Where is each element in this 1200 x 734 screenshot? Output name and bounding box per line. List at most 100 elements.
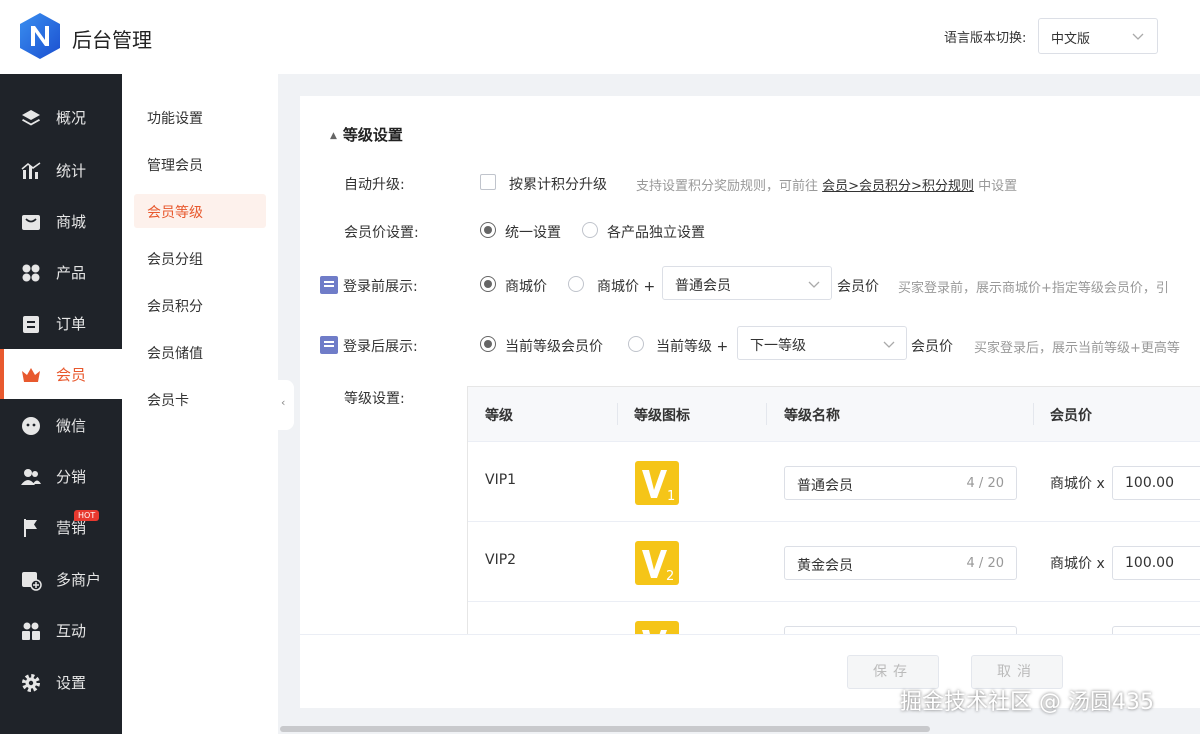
watermark: 掘金技术社区 @ 汤圆435 xyxy=(900,690,1154,715)
logo-icon[interactable] xyxy=(18,12,62,60)
after-login-current-level-label[interactable]: 当前等级会员价 xyxy=(505,336,603,356)
language-label: 语言版本切换: xyxy=(944,31,1027,46)
column-header-level: 等级 xyxy=(485,408,513,424)
sidebar-item-label: 分销 xyxy=(56,468,87,486)
unified-setting-radio[interactable] xyxy=(480,222,496,238)
before-login-label: 登录前展示: xyxy=(320,276,418,296)
table-header: 等级 等级图标 等级名称 会员价 xyxy=(468,387,1200,442)
level-settings-label: 等级设置: xyxy=(344,391,405,407)
after-login-tip: 买家登录后，展示当前等级+更高等 xyxy=(974,341,1180,356)
translate-icon[interactable] xyxy=(320,276,338,294)
sidebar-item-label: 互动 xyxy=(56,622,87,640)
level-cell: VIP2 xyxy=(485,552,517,568)
sidebar-item-settings[interactable]: 设置 xyxy=(0,657,122,707)
gear-icon xyxy=(22,674,40,692)
before-login-level-select[interactable]: 普通会员 xyxy=(662,266,832,300)
before-login-mall-price-radio[interactable] xyxy=(480,276,496,292)
vip1-icon[interactable]: 1 xyxy=(634,460,680,506)
language-select[interactable]: 中文版 xyxy=(1038,18,1158,54)
per-product-setting-label[interactable]: 各产品独立设置 xyxy=(607,222,705,242)
shop-icon xyxy=(22,215,40,230)
section-title[interactable]: ▲ 等级设置 xyxy=(330,124,403,145)
vip2-icon[interactable]: 2 xyxy=(634,540,680,586)
submenu-item-label: 会员积分 xyxy=(147,299,203,315)
submenu-item-function-settings[interactable]: 功能设置 xyxy=(134,100,266,134)
price-multiplier-label: 商城价 x xyxy=(1050,556,1105,572)
sidebar-item-distribution[interactable]: 分销 xyxy=(0,451,122,501)
before-login-mall-plus-radio[interactable] xyxy=(568,276,584,292)
chevron-down-icon xyxy=(808,281,820,288)
submenu-item-member-points[interactable]: 会员积分 xyxy=(134,288,266,322)
sidebar-item-members[interactable]: 会员 xyxy=(0,349,122,399)
after-login-suffix: 会员价 xyxy=(911,339,953,355)
clipboard-icon xyxy=(23,316,39,333)
language-select-value: 中文版 xyxy=(1051,32,1091,47)
sidebar-item-mall[interactable]: 商城 xyxy=(0,196,122,246)
sidebar-item-products[interactable]: 产品 xyxy=(0,247,122,297)
chart-icon xyxy=(21,162,41,179)
submenu-item-member-card[interactable]: 会员卡 xyxy=(134,382,266,416)
after-login-level-select[interactable]: 下一等级 xyxy=(737,326,907,360)
column-divider xyxy=(617,403,618,425)
chevron-down-icon xyxy=(1132,33,1144,40)
sidebar-item-label: 会员 xyxy=(56,366,87,384)
sidebar-item-label: 概况 xyxy=(56,109,87,127)
after-login-label: 登录后展示: xyxy=(320,336,418,356)
column-header-price: 会员价 xyxy=(1050,408,1092,424)
chevron-left-icon: ‹ xyxy=(281,396,286,409)
before-login-tip: 买家登录前，展示商城价+指定等级会员价，引 xyxy=(898,281,1169,296)
wechat-icon xyxy=(22,417,40,435)
layers-icon xyxy=(22,110,40,126)
points-rules-link[interactable]: 会员>会员积分>积分规则 xyxy=(822,179,974,194)
level-name-input[interactable]: 普通会员 4 / 20 xyxy=(784,466,1017,500)
crown-icon xyxy=(22,368,40,382)
collapse-menu-button[interactable]: ‹ xyxy=(278,380,294,430)
sidebar-item-marketing[interactable]: 营销 HOT xyxy=(0,502,122,552)
submenu-item-label: 会员储值 xyxy=(147,346,203,362)
sidebar-item-label: 商城 xyxy=(56,213,87,231)
column-divider xyxy=(1033,403,1034,425)
sidebar-item-orders[interactable]: 订单 xyxy=(0,298,122,348)
submenu-item-manage-members[interactable]: 管理会员 xyxy=(134,147,266,181)
sidebar-item-wechat[interactable]: 微信 xyxy=(0,400,122,450)
translate-icon[interactable] xyxy=(320,336,338,354)
flag-icon xyxy=(24,519,37,537)
select-value: 下一等级 xyxy=(750,338,806,354)
app-title: 后台管理 xyxy=(72,28,152,52)
sidebar-item-label: 微信 xyxy=(56,417,87,435)
level-name-input[interactable]: 黄金会员 4 / 20 xyxy=(784,546,1017,580)
price-multiplier-label: 商城价 x xyxy=(1050,476,1105,492)
price-multiplier-input[interactable]: 100.00 xyxy=(1112,466,1200,500)
after-login-current-plus-radio[interactable] xyxy=(628,336,644,352)
horizontal-scrollbar[interactable] xyxy=(280,726,930,732)
cumulative-points-checkbox[interactable] xyxy=(480,174,496,190)
sidebar-item-label: 多商户 xyxy=(56,571,102,589)
submenu-item-label: 功能设置 xyxy=(147,111,203,127)
grid-icon xyxy=(22,264,40,282)
main-sidebar: 概况 统计 商城 产品 订单 会员 微信 分销 营销 HOT 多商户 互动 设置 xyxy=(0,74,122,734)
sidebar-item-stats[interactable]: 统计 xyxy=(0,145,122,195)
submenu-item-member-balance[interactable]: 会员储值 xyxy=(134,335,266,369)
submenu-item-member-groups[interactable]: 会员分组 xyxy=(134,241,266,275)
content-card: ▲ 等级设置 自动升级: 按累计积分升级 支持设置积分奖励规则，可前往 会员>会员… xyxy=(300,96,1200,708)
sidebar-item-multi-merchant[interactable]: 多商户 xyxy=(0,554,122,604)
chevron-down-icon xyxy=(883,341,895,348)
member-price-label: 会员价设置: xyxy=(344,225,419,241)
after-login-current-level-radio[interactable] xyxy=(480,336,496,352)
users-icon xyxy=(21,469,41,485)
sidebar-item-label: 设置 xyxy=(56,674,87,692)
sidebar-item-interaction[interactable]: 互动 xyxy=(0,605,122,655)
unified-setting-label[interactable]: 统一设置 xyxy=(505,222,561,242)
price-multiplier-value: 100.00 xyxy=(1125,475,1174,491)
submenu-item-label: 会员等级 xyxy=(147,205,203,221)
cumulative-points-label[interactable]: 按累计积分升级 xyxy=(509,174,607,194)
price-multiplier-input[interactable]: 100.00 xyxy=(1112,546,1200,580)
sidebar-item-overview[interactable]: 概况 xyxy=(0,92,122,142)
per-product-setting-radio[interactable] xyxy=(582,222,598,238)
submenu-item-member-levels[interactable]: 会员等级 xyxy=(134,194,266,228)
after-login-current-plus-label[interactable]: 当前等级 + xyxy=(656,336,728,356)
auto-upgrade-label: 自动升级: xyxy=(344,177,405,193)
before-login-mall-price-label[interactable]: 商城价 xyxy=(505,276,547,296)
before-login-mall-plus-label[interactable]: 商城价 + xyxy=(597,276,655,296)
column-header-icon: 等级图标 xyxy=(634,408,690,424)
